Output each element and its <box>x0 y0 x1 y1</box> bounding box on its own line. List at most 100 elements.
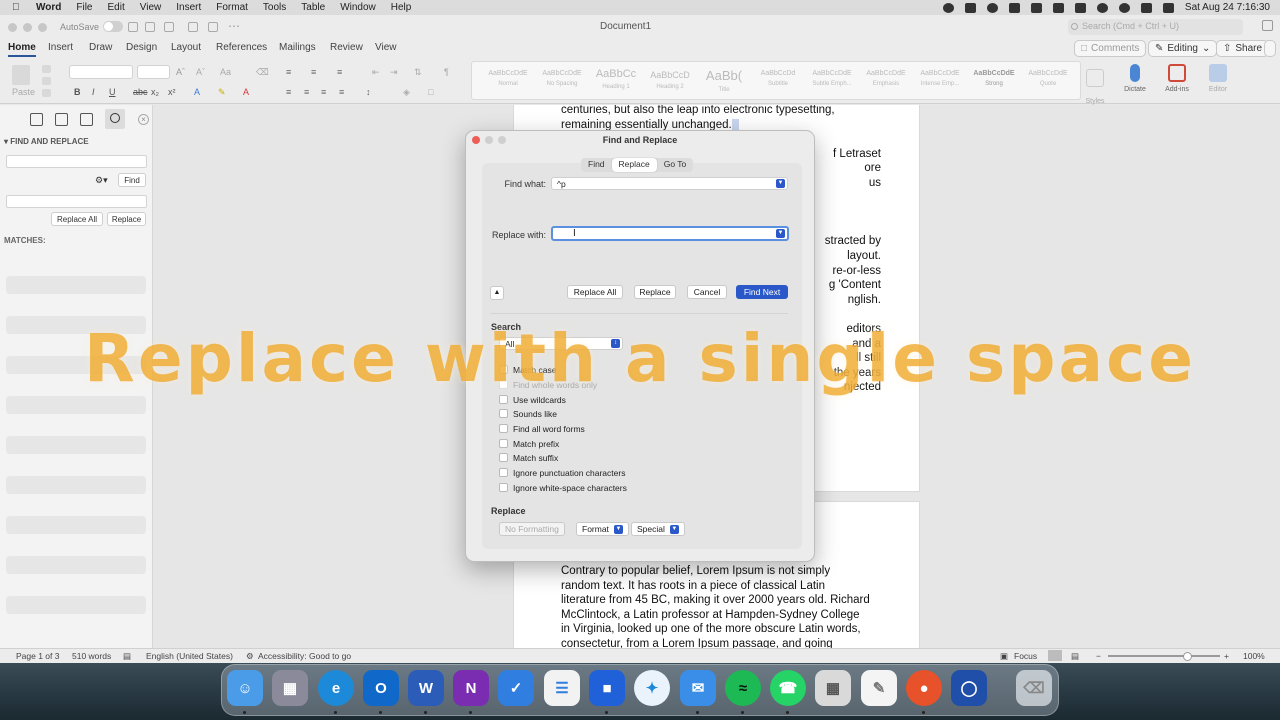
line-spacing-icon[interactable]: ↕ <box>366 87 371 97</box>
style-title[interactable]: AaBb( Title <box>698 66 750 99</box>
style-heading-1[interactable]: AaBbCc Heading 1 <box>590 66 642 99</box>
safari-icon[interactable]: ✦ <box>634 670 670 706</box>
whatsapp-icon[interactable]: ☎ <box>770 670 806 706</box>
web-layout-icon[interactable]: ▤ <box>1071 651 1079 662</box>
checkbox[interactable] <box>499 365 508 374</box>
todo-icon[interactable]: ✓ <box>498 670 534 706</box>
tab-review[interactable]: Review <box>330 42 363 53</box>
finder-icon[interactable]: ☺ <box>227 670 263 706</box>
grow-font-icon[interactable]: Aˆ <box>176 67 185 77</box>
calculator-icon[interactable]: ▦ <box>815 670 851 706</box>
shield-icon[interactable] <box>1008 2 1020 13</box>
style-heading-2[interactable]: AaBbCcD Heading 2 <box>644 66 696 99</box>
save-icon[interactable] <box>145 22 155 32</box>
print-icon[interactable] <box>208 22 218 32</box>
more-options-button[interactable] <box>1264 40 1276 57</box>
sort-icon[interactable]: ⇅ <box>414 67 422 78</box>
search-scope-select[interactable]: All ↕ <box>499 337 623 350</box>
numbering-icon[interactable]: ≡ <box>311 67 316 77</box>
option-ignore-whitespace[interactable]: Ignore white-space characters <box>499 481 627 494</box>
option-sounds-like[interactable]: Sounds like <box>499 407 557 420</box>
menu-insert[interactable]: Insert <box>176 2 201 13</box>
checkbox[interactable] <box>499 439 508 448</box>
style-emphasis[interactable]: AaBbCcDdE Emphasis <box>860 66 912 99</box>
chevron-down-icon[interactable]: ▼ <box>776 179 785 188</box>
style-quote[interactable]: AaBbCcDdE Quote <box>1022 66 1074 99</box>
collapse-options-button[interactable]: ▲ <box>490 286 504 300</box>
checkbox[interactable] <box>499 380 508 389</box>
focus-icon[interactable]: ▣ <box>1000 651 1008 662</box>
decrease-indent-icon[interactable]: ⇤ <box>372 67 380 78</box>
style-strong[interactable]: AaBbCcDdE Strong <box>968 66 1020 99</box>
language-status[interactable]: English (United States) <box>146 651 233 661</box>
mail-icon[interactable]: ✉ <box>680 670 716 706</box>
option-wildcards[interactable]: Use wildcards <box>499 393 566 406</box>
proofing-icon[interactable]: ▤ <box>123 651 131 662</box>
zoom-out-icon[interactable]: − <box>1096 651 1101 661</box>
undo-icon[interactable] <box>164 22 174 32</box>
font-name-select[interactable] <box>69 65 133 79</box>
increase-indent-icon[interactable]: ⇥ <box>390 67 398 78</box>
launchpad-icon[interactable]: ▦ <box>272 670 308 706</box>
editor-button[interactable]: Editor <box>1198 64 1238 93</box>
tab-goto[interactable]: Go To <box>657 158 694 172</box>
home-icon[interactable] <box>128 22 138 32</box>
tab-insert[interactable]: Insert <box>48 42 73 53</box>
outlook-icon[interactable]: O <box>363 670 399 706</box>
change-case-icon[interactable]: Aa <box>220 67 231 77</box>
style-no-spacing[interactable]: AaBbCcDdE No Spacing <box>536 66 588 99</box>
menu-table[interactable]: Table <box>301 2 325 13</box>
pane-heading[interactable]: ▾ FIND AND REPLACE <box>0 133 152 146</box>
menu-edit[interactable]: Edit <box>108 2 125 13</box>
paste-icon[interactable] <box>12 65 30 85</box>
tab-references[interactable]: References <box>216 42 267 53</box>
checkbox[interactable] <box>499 453 508 462</box>
focus-button[interactable]: Focus <box>1014 651 1037 661</box>
checkbox[interactable] <box>499 424 508 433</box>
search-icon[interactable] <box>105 109 125 129</box>
text-effects-icon[interactable]: A <box>194 87 200 97</box>
more-icon[interactable]: ⋯ <box>228 19 240 33</box>
addins-button[interactable]: Add-ins <box>1157 64 1197 93</box>
word-icon[interactable]: W <box>408 670 444 706</box>
font-size-select[interactable] <box>137 65 170 79</box>
format-painter-icon[interactable] <box>42 89 51 97</box>
align-right-icon[interactable]: ≡ <box>321 87 326 97</box>
record-icon[interactable] <box>942 2 954 13</box>
tab-find[interactable]: Find <box>581 158 612 172</box>
lock-icon[interactable] <box>1052 2 1064 13</box>
align-center-icon[interactable]: ≡ <box>304 87 309 97</box>
tab-home[interactable]: Home <box>8 42 36 57</box>
option-word-forms[interactable]: Find all word forms <box>499 422 585 435</box>
find-next-button[interactable]: Find Next <box>736 285 788 299</box>
tab-draw[interactable]: Draw <box>89 42 112 53</box>
reviewing-icon[interactable] <box>80 112 93 126</box>
style-subtle-emphasis[interactable]: AaBbCcDdE Subtle Emph... <box>806 66 858 99</box>
cancel-button[interactable]: Cancel <box>687 285 727 299</box>
replace-with-input[interactable]: I ▼ <box>551 226 789 241</box>
menu-tools[interactable]: Tools <box>263 2 286 13</box>
thumbnails-icon[interactable] <box>30 112 43 126</box>
edge-icon[interactable]: e <box>318 670 354 706</box>
bitwarden-icon[interactable]: ◯ <box>951 670 987 706</box>
reminders-icon[interactable]: ☰ <box>544 670 580 706</box>
zoom-level[interactable]: 100% <box>1243 651 1265 661</box>
menu-help[interactable]: Help <box>391 2 412 13</box>
underline-icon[interactable]: U <box>109 87 116 97</box>
zoom-window-button[interactable] <box>38 23 47 32</box>
cut-icon[interactable] <box>42 65 51 73</box>
menu-app-word[interactable]: Word <box>36 2 61 13</box>
menu-window[interactable]: Window <box>340 2 376 13</box>
zoom-slider[interactable] <box>1108 655 1220 657</box>
autosave-toggle[interactable] <box>103 21 124 32</box>
trash-icon[interactable]: ⌫ <box>1016 670 1052 706</box>
multilevel-list-icon[interactable]: ≡ <box>337 67 342 77</box>
word-count[interactable]: 510 words <box>72 651 111 661</box>
wifi-icon[interactable] <box>1118 2 1130 13</box>
styles-gallery[interactable]: AaBbCcDdE Normal AaBbCcDdE No Spacing Aa… <box>471 61 1081 100</box>
page-2-text[interactable]: Contrary to popular belief, Lorem Ipsum … <box>561 564 881 648</box>
redo-icon[interactable] <box>188 22 198 32</box>
accessibility-status[interactable]: Accessibility: Good to go <box>258 651 351 661</box>
control-center-icon[interactable] <box>1162 2 1174 13</box>
pane-replace-all-button[interactable]: Replace All <box>51 212 103 226</box>
